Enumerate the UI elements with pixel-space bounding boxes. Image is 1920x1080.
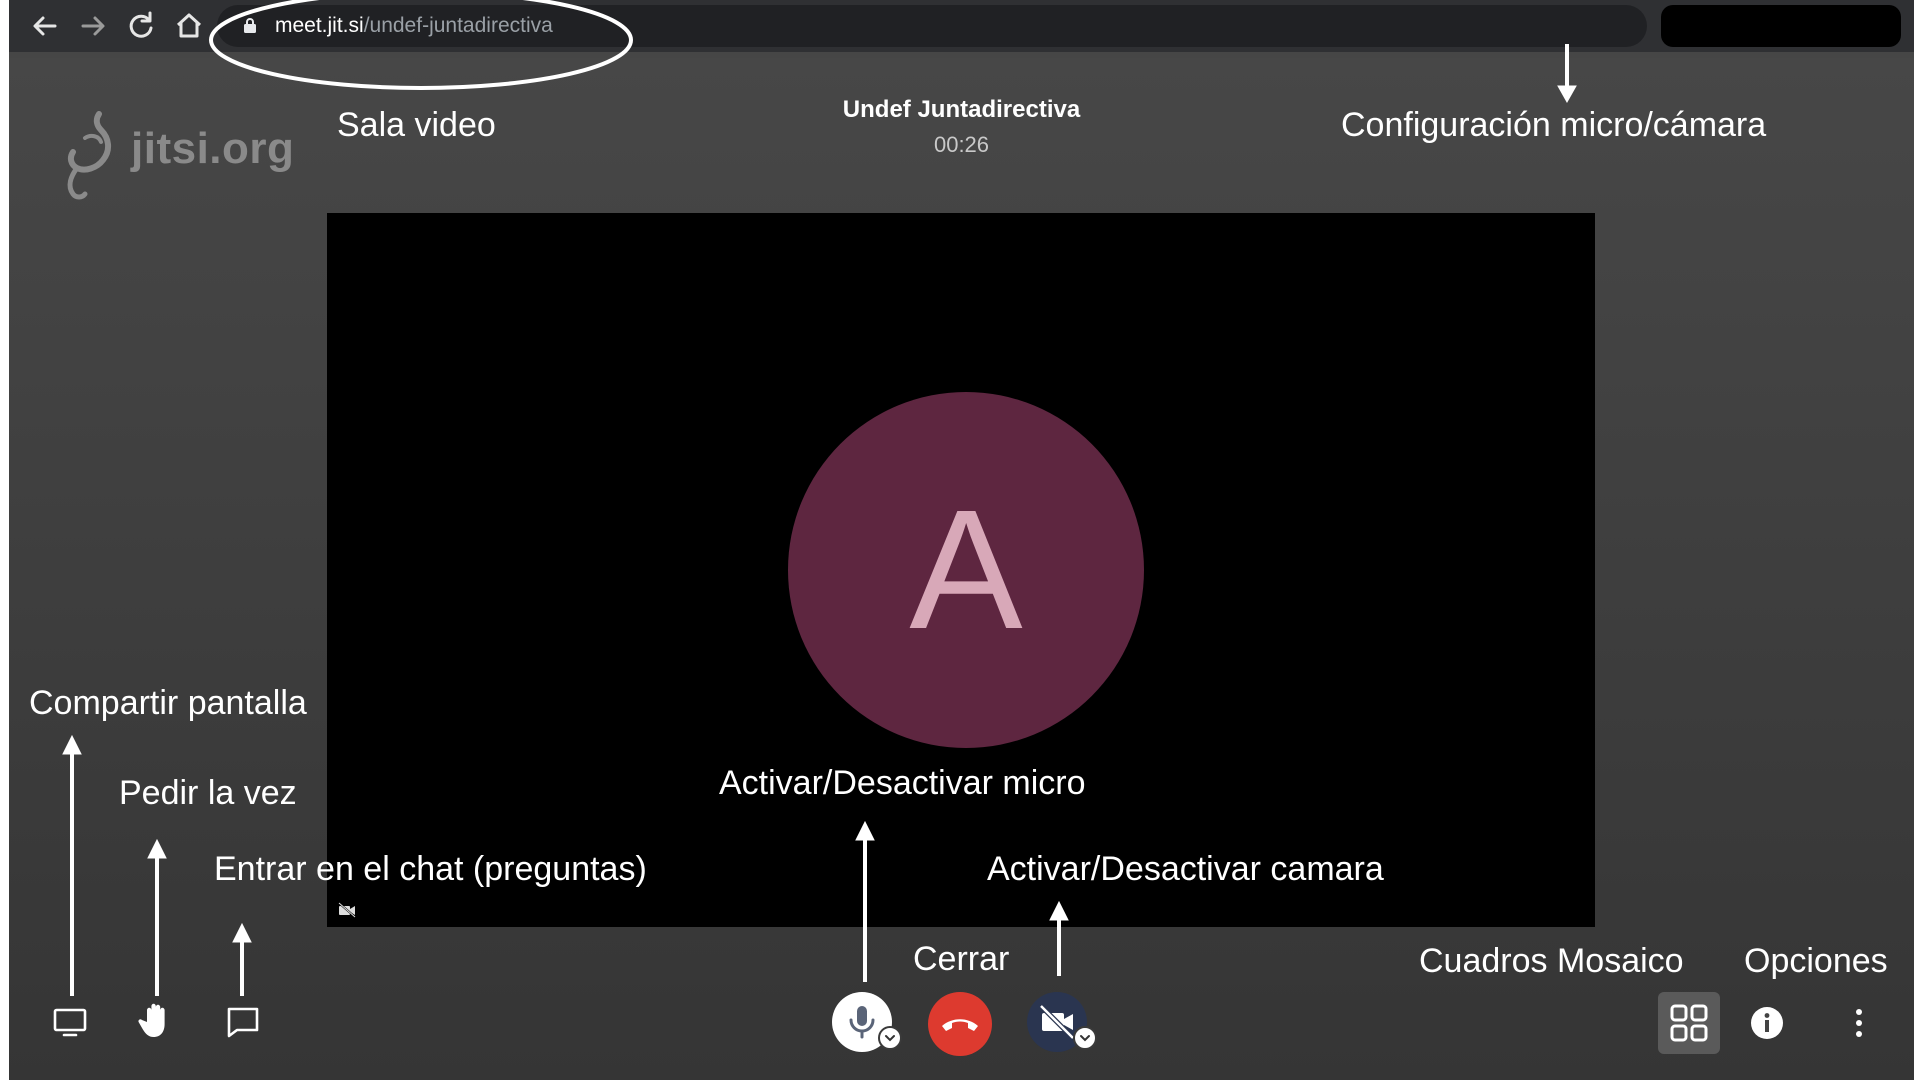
url-host: meet.jit.si — [275, 14, 364, 37]
arrowhead-share — [62, 734, 82, 755]
arrowhead-hand — [147, 838, 167, 859]
browser-window: meet.jit.si/undef-juntadirectiva jitsi.o… — [9, 0, 1914, 1080]
forward-arrow-icon[interactable] — [75, 8, 111, 44]
annotation-mosaico: Cuadros Mosaico — [1419, 942, 1684, 980]
home-icon[interactable] — [171, 8, 207, 44]
annotation-pedir: Pedir la vez — [119, 774, 297, 812]
camera-off-small-icon — [338, 902, 356, 918]
annotation-cerrar: Cerrar — [913, 940, 1010, 978]
back-arrow-icon[interactable] — [27, 8, 63, 44]
mic-settings-caret[interactable] — [878, 1026, 902, 1050]
url-text[interactable]: meet.jit.si/undef-juntadirectiva — [275, 14, 553, 38]
profile-redacted[interactable] — [1661, 5, 1901, 47]
annotation-opciones: Opciones — [1744, 942, 1888, 980]
annotation-chat: Entrar en el chat (preguntas) — [214, 850, 647, 888]
url-path: /undef-juntadirectiva — [363, 14, 553, 37]
annotation-micro: Activar/Desactivar micro — [719, 764, 1086, 802]
more-options-icon[interactable] — [1841, 1003, 1877, 1043]
annotation-sala-video: Sala video — [337, 106, 496, 144]
large-video[interactable]: A — [327, 213, 1595, 927]
annotation-camara: Activar/Desactivar camara — [987, 850, 1384, 888]
microphone-button[interactable] — [832, 992, 902, 1052]
camera-settings-caret[interactable] — [1073, 1026, 1097, 1050]
chat-icon[interactable] — [221, 1000, 265, 1044]
reload-icon[interactable] — [123, 8, 159, 44]
lock-icon — [244, 18, 256, 33]
annotation-configuracion: Configuración micro/cámara — [1341, 106, 1767, 144]
arrowhead-chat — [232, 922, 252, 943]
screenshot: meet.jit.si/undef-juntadirectiva jitsi.o… — [0, 0, 1920, 1080]
screen-share-icon[interactable] — [49, 1000, 93, 1044]
annotation-compartir: Compartir pantalla — [29, 684, 307, 722]
chevron-down-icon — [1080, 1035, 1090, 1042]
address-bar[interactable]: meet.jit.si/undef-juntadirectiva — [217, 5, 1830, 47]
info-icon[interactable] — [1749, 1005, 1785, 1041]
tile-view-button[interactable] — [1658, 992, 1720, 1054]
participant-avatar: A — [788, 392, 1144, 748]
browser-toolbar: meet.jit.si/undef-juntadirectiva — [9, 0, 1914, 52]
tile-view-icon — [1670, 1004, 1708, 1042]
raise-hand-icon[interactable] — [135, 998, 179, 1042]
hangup-button[interactable] — [928, 992, 992, 1056]
hangup-icon — [942, 1019, 978, 1031]
chevron-down-icon — [885, 1035, 895, 1042]
camera-button[interactable] — [1027, 992, 1097, 1052]
